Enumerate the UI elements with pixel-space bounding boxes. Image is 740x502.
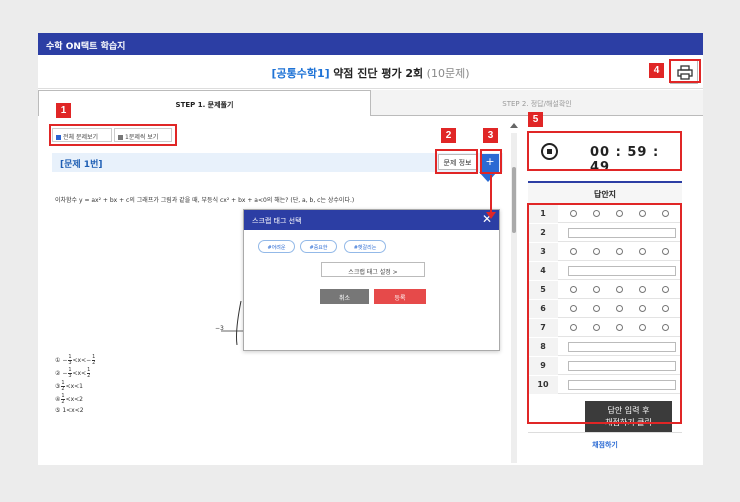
tag-confusing[interactable]: #헷갈리는: [344, 240, 386, 253]
question-count: (10문제): [426, 67, 470, 80]
test-name: 약점 진단 평가 2회: [333, 67, 424, 80]
scroll-thumb[interactable]: [512, 167, 516, 233]
register-button[interactable]: 등록: [374, 289, 426, 304]
question-title: [문제 1번]: [60, 160, 103, 170]
page-title: [공통수학1] 약점 진단 평가 2회 (10문제): [38, 55, 703, 89]
scrap-tag-modal: 스크랩 태그 선택 ✕ #어려운 #중요한 #헷갈리는 스크랩 태그 설정 > …: [243, 209, 500, 351]
course-name: [공통수학1]: [271, 67, 330, 80]
annotation-arrow-head: [486, 212, 496, 219]
grade-button[interactable]: 채점하기: [528, 432, 682, 454]
step-tabs: STEP 1. 문제풀기 STEP 2. 정답/해설확인: [38, 90, 703, 116]
tab-step1[interactable]: STEP 1. 문제풀기: [38, 90, 371, 116]
annotation-badge-1: 1: [56, 103, 71, 118]
annotation-box-2: [435, 149, 478, 174]
annotation-badge-2: 2: [441, 128, 456, 143]
answer-sheet-title: 답안지: [528, 181, 682, 203]
choice-1[interactable]: ① −1 3 <x<− 1 2: [55, 355, 96, 368]
choice-list: ① −1 3 <x<− 1 2 ② −1 3 <x< 1 2 ③ 1 2 <x<1 ④ 1 2 <x<2 ⑤…: [55, 355, 96, 420]
tag-important[interactable]: #중요한: [300, 240, 337, 253]
annotation-badge-5: 5: [528, 112, 543, 127]
annotation-badge-3: 3: [483, 128, 498, 143]
scrap-tag-settings-button[interactable]: 스크랩 태그 설정 >: [321, 262, 425, 277]
tag-difficult[interactable]: #어려운: [258, 240, 295, 253]
annotation-badge-4: 4: [649, 63, 664, 78]
question-text: 이차함수 y = ax² + bx + c의 그래프가 그림과 같을 때, 부등…: [55, 197, 355, 204]
annotation-box-4: [669, 59, 701, 83]
annotation-box-1: [49, 124, 177, 146]
graph-label: −3: [215, 325, 224, 332]
app-title: 수학 ON택트 학습지: [38, 33, 703, 55]
annotation-box-3: [480, 149, 502, 174]
cancel-button[interactable]: 취소: [320, 289, 369, 304]
choice-5[interactable]: ⑤ 1<x<2: [55, 407, 96, 420]
annotation-arrow: [490, 175, 492, 215]
parabola-graph: −3: [215, 300, 245, 346]
annotation-box-answer-sheet: [527, 203, 682, 424]
modal-title: 스크랩 태그 선택: [244, 210, 499, 230]
annotation-box-5-timer: [527, 131, 682, 171]
choice-4[interactable]: ④ 1 2 <x<2: [55, 394, 96, 407]
scroll-up-arrow[interactable]: [510, 123, 518, 128]
